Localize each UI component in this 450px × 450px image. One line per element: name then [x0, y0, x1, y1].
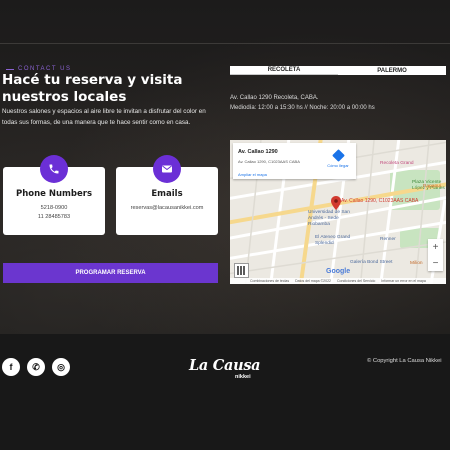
schedule-reservation-button[interactable]: PROGRAMAR RESERVA: [3, 263, 218, 283]
whatsapp-icon[interactable]: ✆: [27, 358, 45, 376]
qr-code-icon: [234, 263, 249, 278]
keyboard-shortcuts-link[interactable]: Combinaciones de teclas: [250, 279, 289, 283]
google-logo: Google: [326, 268, 351, 275]
logo-subtitle: nikkei: [235, 374, 251, 380]
divider: [0, 43, 450, 44]
email-card: Emails reservas@lacausanikkei.com: [116, 155, 218, 235]
map-label: Renner: [380, 237, 396, 242]
email-address[interactable]: reservas@lacausanikkei.com: [116, 205, 218, 211]
embedded-map[interactable]: Av. Callao 1290 Av. Callao 1290, C1023AA…: [230, 140, 446, 284]
map-label: Milion: [410, 261, 423, 266]
map-label: Rapanui: [423, 184, 441, 189]
report-error-link[interactable]: Informar un error en el mapa: [381, 279, 426, 283]
tab-recoleta[interactable]: RECOLETA: [230, 66, 338, 75]
map-label: El Ateneo Grand Splendid: [315, 235, 351, 246]
facebook-icon[interactable]: f: [2, 358, 20, 376]
terms-link[interactable]: Condiciones del Servicio: [337, 279, 375, 283]
directions-button[interactable]: Cómo llegar: [323, 149, 353, 168]
email-icon: [153, 155, 181, 183]
place-address: Av. Callao 1290, C1023AAS CABA: [238, 159, 300, 164]
phone-card: Phone Numbers 5218-0900 11 28485783: [3, 155, 105, 235]
map-data-text: Datos del mapa ©2022: [295, 279, 331, 283]
instagram-icon[interactable]: ◎: [52, 358, 70, 376]
phone-icon: [40, 155, 68, 183]
map-zoom-control: + −: [428, 239, 443, 271]
location-tabs: RECOLETA PALERMO: [230, 66, 446, 75]
map-footer: Combinaciones de teclas Datos del mapa ©…: [230, 278, 446, 284]
location-pin-icon[interactable]: [331, 196, 341, 210]
site-footer: [0, 334, 450, 450]
map-label: Recoleta Grand: [380, 161, 414, 166]
map-info-card: Av. Callao 1290 Av. Callao 1290, C1023AA…: [233, 143, 356, 179]
view-larger-map-link[interactable]: Ampliar el mapa: [238, 172, 267, 177]
directions-icon: [331, 149, 345, 162]
pin-label: Av. Callao 1290, C1023AAS CABA: [341, 198, 419, 204]
card-title: Phone Numbers: [15, 189, 93, 199]
page: CONTACT US Hacé tu reserva y visita nues…: [0, 0, 450, 450]
phone-number[interactable]: 5218-0900: [3, 205, 105, 211]
footer-logo[interactable]: La Causa nikkei: [189, 357, 261, 383]
map-label: Galería Bond Street: [350, 260, 393, 265]
directions-label: Cómo llegar: [327, 163, 349, 168]
logo-wordmark: La Causa: [189, 357, 261, 374]
map-label: Universidad de San Andrés - Sede Riobamb…: [308, 210, 350, 227]
copyright-text: © Copyright La Causa Nikkei: [367, 358, 442, 364]
tab-palermo[interactable]: PALERMO: [338, 66, 446, 75]
location-address: Av. Callao 1290 Recoleta, CABA.: [230, 95, 319, 101]
location-hours: Mediodía: 12:00 a 15:30 hs // Noche: 20:…: [230, 105, 375, 111]
zoom-out-button[interactable]: −: [428, 255, 443, 271]
place-name: Av. Callao 1290: [238, 149, 278, 155]
section-description: Nuestros salones y espacios al aire libr…: [2, 108, 206, 126]
zoom-in-button[interactable]: +: [428, 239, 443, 255]
card-title: Emails: [151, 189, 183, 199]
section-title: Hacé tu reserva y visita nuestros locale…: [2, 72, 183, 105]
phone-number[interactable]: 11 28485783: [3, 214, 105, 220]
